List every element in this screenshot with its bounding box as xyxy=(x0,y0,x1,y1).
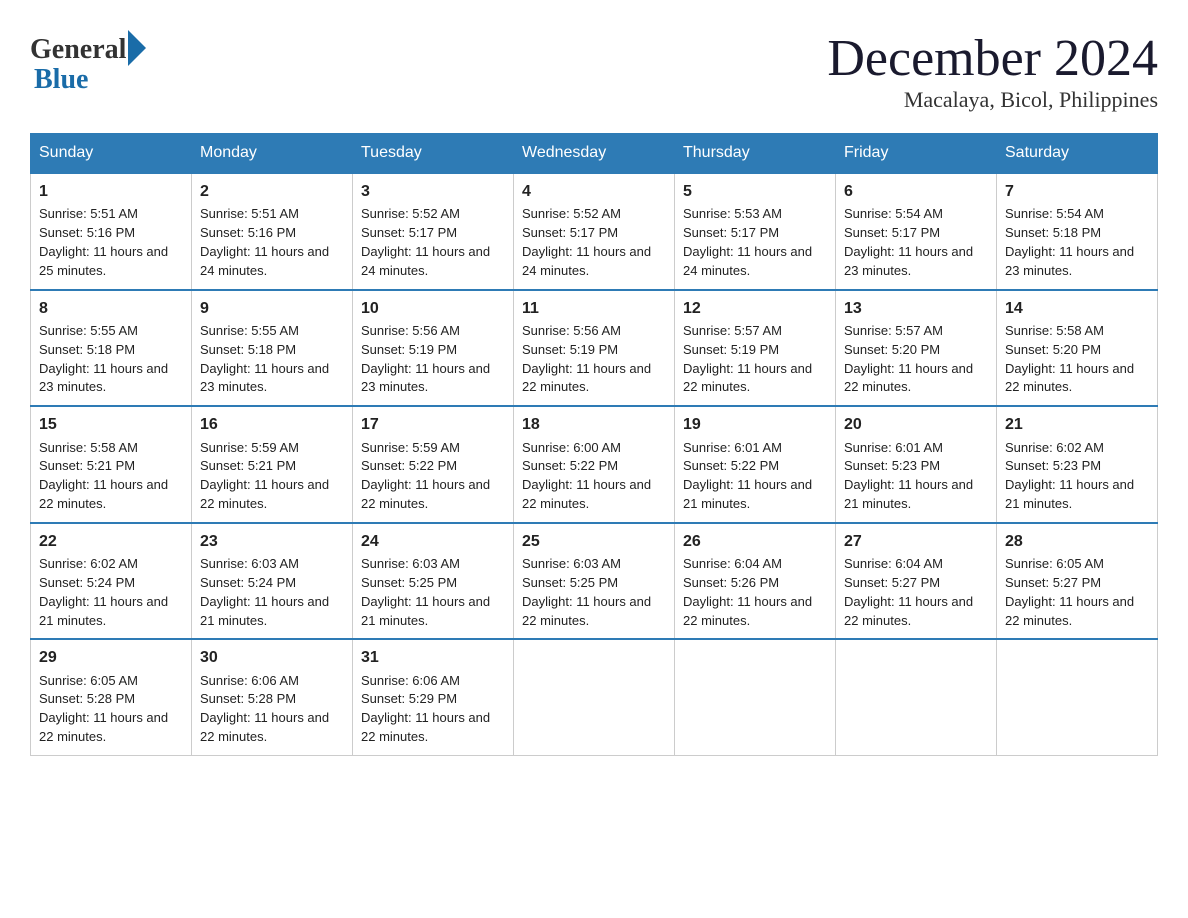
calendar-cell: 20Sunrise: 6:01 AMSunset: 5:23 PMDayligh… xyxy=(836,406,997,523)
day-number: 9 xyxy=(200,297,344,320)
calendar-cell: 12Sunrise: 5:57 AMSunset: 5:19 PMDayligh… xyxy=(675,290,836,407)
calendar-cell: 4Sunrise: 5:52 AMSunset: 5:17 PMDaylight… xyxy=(514,173,675,290)
logo-triangle-icon xyxy=(128,30,146,66)
calendar-header-row: SundayMondayTuesdayWednesdayThursdayFrid… xyxy=(31,134,1158,174)
day-number: 1 xyxy=(39,180,183,203)
day-number: 6 xyxy=(844,180,988,203)
calendar-cell: 30Sunrise: 6:06 AMSunset: 5:28 PMDayligh… xyxy=(192,639,353,755)
day-number: 18 xyxy=(522,413,666,436)
week-row-3: 15Sunrise: 5:58 AMSunset: 5:21 PMDayligh… xyxy=(31,406,1158,523)
week-row-2: 8Sunrise: 5:55 AMSunset: 5:18 PMDaylight… xyxy=(31,290,1158,407)
column-header-wednesday: Wednesday xyxy=(514,134,675,174)
calendar-cell: 13Sunrise: 5:57 AMSunset: 5:20 PMDayligh… xyxy=(836,290,997,407)
week-row-5: 29Sunrise: 6:05 AMSunset: 5:28 PMDayligh… xyxy=(31,639,1158,755)
logo-general-text: General xyxy=(30,34,126,66)
calendar-cell: 29Sunrise: 6:05 AMSunset: 5:28 PMDayligh… xyxy=(31,639,192,755)
day-number: 4 xyxy=(522,180,666,203)
day-number: 11 xyxy=(522,297,666,320)
calendar-cell: 2Sunrise: 5:51 AMSunset: 5:16 PMDaylight… xyxy=(192,173,353,290)
column-header-monday: Monday xyxy=(192,134,353,174)
day-number: 8 xyxy=(39,297,183,320)
calendar-cell: 6Sunrise: 5:54 AMSunset: 5:17 PMDaylight… xyxy=(836,173,997,290)
column-header-thursday: Thursday xyxy=(675,134,836,174)
calendar-cell: 19Sunrise: 6:01 AMSunset: 5:22 PMDayligh… xyxy=(675,406,836,523)
page-header: General Blue December 2024 Macalaya, Bic… xyxy=(30,30,1158,113)
calendar-cell: 24Sunrise: 6:03 AMSunset: 5:25 PMDayligh… xyxy=(353,523,514,640)
calendar-cell: 10Sunrise: 5:56 AMSunset: 5:19 PMDayligh… xyxy=(353,290,514,407)
calendar-cell xyxy=(514,639,675,755)
column-header-friday: Friday xyxy=(836,134,997,174)
column-header-saturday: Saturday xyxy=(997,134,1158,174)
day-number: 13 xyxy=(844,297,988,320)
calendar-cell: 9Sunrise: 5:55 AMSunset: 5:18 PMDaylight… xyxy=(192,290,353,407)
calendar-cell: 18Sunrise: 6:00 AMSunset: 5:22 PMDayligh… xyxy=(514,406,675,523)
calendar-cell xyxy=(675,639,836,755)
day-number: 16 xyxy=(200,413,344,436)
day-number: 20 xyxy=(844,413,988,436)
calendar-table: SundayMondayTuesdayWednesdayThursdayFrid… xyxy=(30,133,1158,756)
day-number: 27 xyxy=(844,530,988,553)
calendar-cell: 1Sunrise: 5:51 AMSunset: 5:16 PMDaylight… xyxy=(31,173,192,290)
month-title: December 2024 xyxy=(827,30,1158,87)
calendar-cell: 7Sunrise: 5:54 AMSunset: 5:18 PMDaylight… xyxy=(997,173,1158,290)
calendar-cell xyxy=(836,639,997,755)
day-number: 19 xyxy=(683,413,827,436)
day-number: 23 xyxy=(200,530,344,553)
calendar-cell: 23Sunrise: 6:03 AMSunset: 5:24 PMDayligh… xyxy=(192,523,353,640)
day-number: 30 xyxy=(200,646,344,669)
week-row-4: 22Sunrise: 6:02 AMSunset: 5:24 PMDayligh… xyxy=(31,523,1158,640)
calendar-cell: 3Sunrise: 5:52 AMSunset: 5:17 PMDaylight… xyxy=(353,173,514,290)
day-number: 31 xyxy=(361,646,505,669)
week-row-1: 1Sunrise: 5:51 AMSunset: 5:16 PMDaylight… xyxy=(31,173,1158,290)
logo: General Blue xyxy=(30,30,146,96)
day-number: 5 xyxy=(683,180,827,203)
calendar-cell: 16Sunrise: 5:59 AMSunset: 5:21 PMDayligh… xyxy=(192,406,353,523)
calendar-cell: 17Sunrise: 5:59 AMSunset: 5:22 PMDayligh… xyxy=(353,406,514,523)
calendar-cell: 5Sunrise: 5:53 AMSunset: 5:17 PMDaylight… xyxy=(675,173,836,290)
calendar-cell xyxy=(997,639,1158,755)
calendar-cell: 27Sunrise: 6:04 AMSunset: 5:27 PMDayligh… xyxy=(836,523,997,640)
location-title: Macalaya, Bicol, Philippines xyxy=(827,87,1158,113)
day-number: 3 xyxy=(361,180,505,203)
day-number: 2 xyxy=(200,180,344,203)
day-number: 15 xyxy=(39,413,183,436)
day-number: 12 xyxy=(683,297,827,320)
calendar-cell: 25Sunrise: 6:03 AMSunset: 5:25 PMDayligh… xyxy=(514,523,675,640)
calendar-cell: 11Sunrise: 5:56 AMSunset: 5:19 PMDayligh… xyxy=(514,290,675,407)
logo-blue-text: Blue xyxy=(34,64,88,96)
day-number: 29 xyxy=(39,646,183,669)
calendar-cell: 8Sunrise: 5:55 AMSunset: 5:18 PMDaylight… xyxy=(31,290,192,407)
day-number: 22 xyxy=(39,530,183,553)
calendar-cell: 26Sunrise: 6:04 AMSunset: 5:26 PMDayligh… xyxy=(675,523,836,640)
day-number: 25 xyxy=(522,530,666,553)
day-number: 7 xyxy=(1005,180,1149,203)
calendar-cell: 14Sunrise: 5:58 AMSunset: 5:20 PMDayligh… xyxy=(997,290,1158,407)
day-number: 26 xyxy=(683,530,827,553)
calendar-cell: 28Sunrise: 6:05 AMSunset: 5:27 PMDayligh… xyxy=(997,523,1158,640)
column-header-sunday: Sunday xyxy=(31,134,192,174)
day-number: 28 xyxy=(1005,530,1149,553)
calendar-cell: 31Sunrise: 6:06 AMSunset: 5:29 PMDayligh… xyxy=(353,639,514,755)
title-area: December 2024 Macalaya, Bicol, Philippin… xyxy=(827,30,1158,113)
column-header-tuesday: Tuesday xyxy=(353,134,514,174)
calendar-cell: 15Sunrise: 5:58 AMSunset: 5:21 PMDayligh… xyxy=(31,406,192,523)
day-number: 24 xyxy=(361,530,505,553)
day-number: 21 xyxy=(1005,413,1149,436)
calendar-cell: 21Sunrise: 6:02 AMSunset: 5:23 PMDayligh… xyxy=(997,406,1158,523)
day-number: 14 xyxy=(1005,297,1149,320)
calendar-cell: 22Sunrise: 6:02 AMSunset: 5:24 PMDayligh… xyxy=(31,523,192,640)
day-number: 17 xyxy=(361,413,505,436)
day-number: 10 xyxy=(361,297,505,320)
